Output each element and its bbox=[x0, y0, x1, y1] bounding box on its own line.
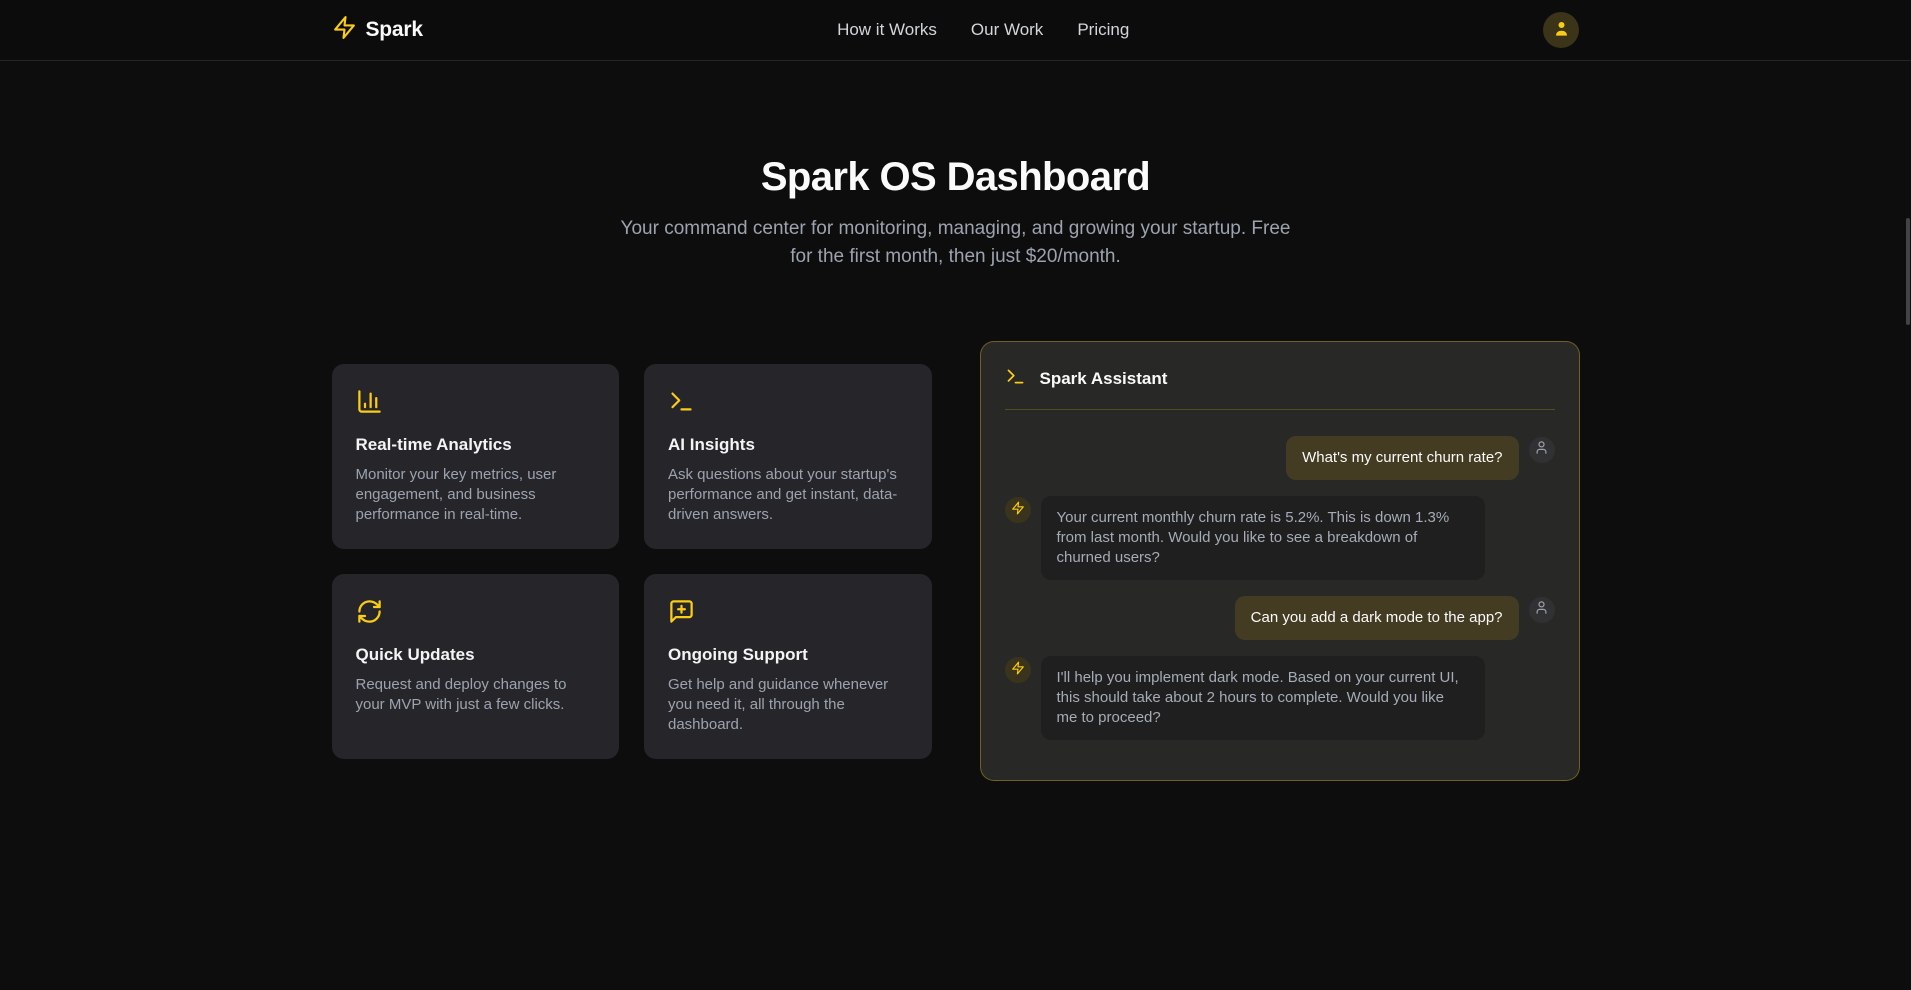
nav-link-pricing[interactable]: Pricing bbox=[1077, 20, 1129, 40]
vertical-scrollbar[interactable] bbox=[1906, 218, 1910, 325]
assistant-panel-title: Spark Assistant bbox=[1040, 369, 1168, 389]
nav-link-how-it-works[interactable]: How it Works bbox=[837, 20, 937, 40]
main-content: Real-time Analytics Monitor your key met… bbox=[332, 341, 1580, 781]
feature-description: Get help and guidance whenever you need … bbox=[668, 675, 908, 735]
chat-message-assistant: I'll help you implement dark mode. Based… bbox=[1005, 656, 1555, 740]
assistant-panel: Spark Assistant What's my current churn … bbox=[980, 341, 1580, 781]
nav-links: How it Works Our Work Pricing bbox=[837, 20, 1129, 40]
page-title: Spark OS Dashboard bbox=[0, 155, 1911, 200]
feature-title: AI Insights bbox=[668, 435, 908, 455]
feature-title: Ongoing Support bbox=[668, 645, 908, 665]
assistant-message-bubble: Your current monthly churn rate is 5.2%.… bbox=[1041, 496, 1485, 580]
feature-card-ongoing-support: Ongoing Support Get help and guidance wh… bbox=[644, 574, 932, 759]
assistant-panel-header: Spark Assistant bbox=[1005, 366, 1555, 410]
feature-description: Ask questions about your startup's perfo… bbox=[668, 465, 908, 525]
zap-icon bbox=[332, 15, 357, 45]
terminal-icon bbox=[1005, 366, 1026, 392]
navbar: Spark How it Works Our Work Pricing bbox=[0, 0, 1911, 61]
feature-cards: Real-time Analytics Monitor your key met… bbox=[332, 364, 932, 759]
user-icon bbox=[1552, 19, 1571, 41]
chat-message-user: What's my current churn rate? bbox=[1005, 436, 1555, 480]
chat-messages: What's my current churn rate? Your curre… bbox=[1005, 436, 1555, 740]
feature-card-quick-updates: Quick Updates Request and deploy changes… bbox=[332, 574, 620, 759]
zap-icon bbox=[1011, 501, 1025, 520]
account-avatar-button[interactable] bbox=[1543, 12, 1579, 48]
refresh-icon bbox=[356, 598, 596, 630]
feature-title: Quick Updates bbox=[356, 645, 596, 665]
user-message-bubble: What's my current churn rate? bbox=[1286, 436, 1518, 480]
assistant-message-bubble: I'll help you implement dark mode. Based… bbox=[1041, 656, 1485, 740]
brand-name: Spark bbox=[366, 18, 423, 42]
user-icon bbox=[1534, 600, 1549, 620]
zap-icon bbox=[1011, 661, 1025, 680]
chat-message-assistant: Your current monthly churn rate is 5.2%.… bbox=[1005, 496, 1555, 580]
assistant-avatar bbox=[1005, 497, 1031, 523]
user-icon bbox=[1534, 440, 1549, 460]
terminal-icon bbox=[668, 388, 908, 420]
user-message-bubble: Can you add a dark mode to the app? bbox=[1235, 596, 1519, 640]
feature-title: Real-time Analytics bbox=[356, 435, 596, 455]
assistant-avatar bbox=[1005, 657, 1031, 683]
feature-description: Request and deploy changes to your MVP w… bbox=[356, 675, 596, 715]
feature-card-ai-insights: AI Insights Ask questions about your sta… bbox=[644, 364, 932, 549]
message-square-plus-icon bbox=[668, 598, 908, 630]
user-avatar bbox=[1529, 437, 1555, 463]
feature-card-realtime-analytics: Real-time Analytics Monitor your key met… bbox=[332, 364, 620, 549]
hero-section: Spark OS Dashboard Your command center f… bbox=[0, 61, 1911, 271]
feature-description: Monitor your key metrics, user engagemen… bbox=[356, 465, 596, 525]
brand-logo[interactable]: Spark bbox=[332, 15, 423, 45]
nav-link-our-work[interactable]: Our Work bbox=[971, 20, 1043, 40]
chat-message-user: Can you add a dark mode to the app? bbox=[1005, 596, 1555, 640]
page-subtitle: Your command center for monitoring, mana… bbox=[611, 215, 1301, 271]
user-avatar bbox=[1529, 597, 1555, 623]
bar-chart-icon bbox=[356, 388, 596, 420]
